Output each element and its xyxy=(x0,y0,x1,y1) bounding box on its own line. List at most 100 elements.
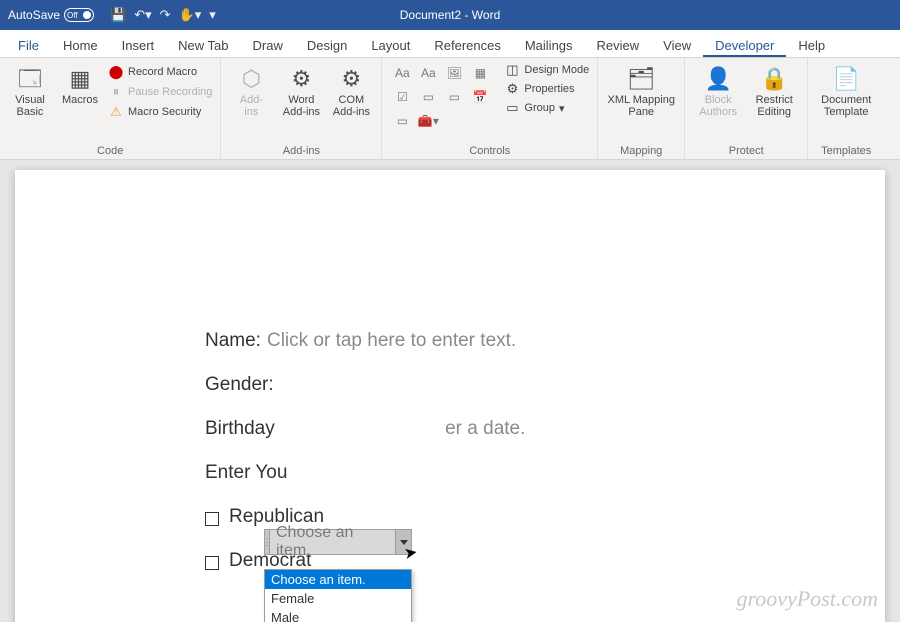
toggle-off-icon[interactable]: Off xyxy=(64,8,94,22)
xml-mapping-icon: 🗂 xyxy=(627,66,655,92)
macros-icon: ▦ xyxy=(70,66,91,92)
tab-view[interactable]: View xyxy=(651,33,703,57)
tab-newtab[interactable]: New Tab xyxy=(166,33,240,57)
controls-gallery[interactable]: Aa Aa 🖼 ▦ ☑ ▭ ▭ 📅 ▭ 🧰▾ xyxy=(390,62,492,132)
dropdown-selected[interactable]: Choose an item. xyxy=(270,529,396,555)
design-mode-button[interactable]: ◫Design Mode xyxy=(504,62,589,78)
tab-developer[interactable]: Developer xyxy=(703,33,786,57)
com-addins-button[interactable]: ⚙ COM Add-ins xyxy=(329,62,373,118)
checkbox-icon[interactable] xyxy=(205,556,219,570)
pause-icon: ⏸ xyxy=(108,84,124,100)
addins-icon: ⬡ xyxy=(242,66,261,92)
macros-button[interactable]: ▦ Macros xyxy=(58,62,102,106)
group-templates-label: Templates xyxy=(816,143,876,157)
checkbox-icon[interactable]: ☑ xyxy=(390,86,414,108)
repeating-section-icon[interactable]: ▭ xyxy=(390,110,414,132)
document-workspace[interactable]: Name: Click or tap here to enter text. G… xyxy=(0,160,900,622)
visual-basic-icon: 🗔 xyxy=(18,66,42,92)
document-template-icon: 📄 xyxy=(833,66,860,92)
watermark: groovyPost.com xyxy=(736,586,878,612)
autosave-toggle[interactable]: AutoSave Off xyxy=(0,8,102,22)
redo-icon[interactable]: ↷ xyxy=(160,7,171,23)
titlebar: AutoSave Off 💾 ↶▾ ↷ ✋▾ ▾ Document2 - Wor… xyxy=(0,0,900,30)
group-mapping-label: Mapping xyxy=(606,143,676,157)
block-authors-button: 👤 Block Authors xyxy=(693,62,743,118)
group-code-label: Code xyxy=(8,143,212,157)
tab-design[interactable]: Design xyxy=(295,33,359,57)
group-icon: ▭ xyxy=(504,100,520,116)
tab-review[interactable]: Review xyxy=(585,33,652,57)
tab-references[interactable]: References xyxy=(422,33,512,57)
group-button[interactable]: ▭Group▾ xyxy=(504,100,589,116)
chevron-down-icon: ▾ xyxy=(559,102,565,115)
name-placeholder[interactable]: Click or tap here to enter text. xyxy=(267,330,516,352)
undo-icon[interactable]: ↶▾ xyxy=(134,7,151,23)
xml-mapping-button[interactable]: 🗂 XML Mapping Pane xyxy=(606,62,676,118)
touch-mode-icon[interactable]: ✋▾ xyxy=(179,7,202,23)
gender-dropdown[interactable]: Choose an item. Choose an item. Female M… xyxy=(264,529,412,622)
legacy-tools-icon[interactable]: 🧰▾ xyxy=(416,110,440,132)
group-templates: 📄 Document Template Templates xyxy=(808,58,884,159)
building-block-icon[interactable]: ▦ xyxy=(468,62,492,84)
group-protect: 👤 Block Authors 🔒 Restrict Editing Prote… xyxy=(685,58,808,159)
tab-mailings[interactable]: Mailings xyxy=(513,33,585,57)
birthday-placeholder[interactable]: er a date. xyxy=(445,418,525,440)
tab-help[interactable]: Help xyxy=(786,33,837,57)
birthday-label: Birthday xyxy=(205,418,275,440)
warning-icon: ⚠ xyxy=(108,104,124,120)
ribbon-tabs: File Home Insert New Tab Draw Design Lay… xyxy=(0,30,900,58)
com-addins-icon: ⚙ xyxy=(342,66,362,92)
block-authors-icon: 👤 xyxy=(705,66,732,92)
group-controls: Aa Aa 🖼 ▦ ☑ ▭ ▭ 📅 ▭ 🧰▾ ◫Design Mode ⚙Pro… xyxy=(382,58,598,159)
tab-draw[interactable]: Draw xyxy=(241,33,295,57)
visual-basic-button[interactable]: 🗔 Visual Basic xyxy=(8,62,52,118)
properties-button[interactable]: ⚙Properties xyxy=(504,81,589,97)
vote-label-visible: Enter You xyxy=(205,462,287,484)
dropdown-item[interactable]: Choose an item. xyxy=(265,570,411,589)
autosave-label: AutoSave xyxy=(8,8,60,22)
window-title: Document2 - Word xyxy=(400,8,500,22)
restrict-editing-icon: 🔒 xyxy=(761,66,788,92)
gender-field-line: Gender: xyxy=(205,374,705,396)
word-addins-button[interactable]: ⚙ Word Add-ins xyxy=(279,62,323,118)
addins-button: ⬡ Add- ins xyxy=(229,62,273,118)
dropdown-icon[interactable]: ▭ xyxy=(442,86,466,108)
document-template-button[interactable]: 📄 Document Template xyxy=(816,62,876,118)
picture-icon[interactable]: 🖼 xyxy=(442,62,466,84)
gender-label: Gender: xyxy=(205,374,274,396)
pause-recording-button: ⏸Pause Recording xyxy=(108,84,212,100)
properties-icon: ⚙ xyxy=(504,81,520,97)
tab-home[interactable]: Home xyxy=(51,33,110,57)
date-picker-icon[interactable]: 📅 xyxy=(468,86,492,108)
dropdown-item[interactable]: Female xyxy=(265,589,411,608)
combo-box-icon[interactable]: ▭ xyxy=(416,86,440,108)
word-addins-icon: ⚙ xyxy=(292,66,312,92)
dropdown-list[interactable]: Choose an item. Female Male xyxy=(264,569,412,622)
group-addins: ⬡ Add- ins ⚙ Word Add-ins ⚙ COM Add-ins … xyxy=(221,58,382,159)
checkbox-icon[interactable] xyxy=(205,512,219,526)
group-controls-label: Controls xyxy=(390,143,589,157)
document-page[interactable]: Name: Click or tap here to enter text. G… xyxy=(15,170,885,622)
tab-file[interactable]: File xyxy=(6,33,51,57)
group-addins-label: Add-ins xyxy=(229,143,373,157)
qat-customize-icon[interactable]: ▾ xyxy=(209,7,216,23)
tab-insert[interactable]: Insert xyxy=(110,33,167,57)
record-macro-button[interactable]: ⬤Record Macro xyxy=(108,64,212,80)
name-field-line: Name: Click or tap here to enter text. xyxy=(205,330,705,352)
birthday-field-line: Birthday : Click or tap to ent er a date… xyxy=(205,418,705,440)
save-icon[interactable]: 💾 xyxy=(110,7,126,23)
macro-security-button[interactable]: ⚠Macro Security xyxy=(108,104,212,120)
group-protect-label: Protect xyxy=(693,143,799,157)
restrict-editing-button[interactable]: 🔒 Restrict Editing xyxy=(749,62,799,118)
rich-text-icon[interactable]: Aa xyxy=(390,62,414,84)
design-mode-icon: ◫ xyxy=(504,62,520,78)
tab-layout[interactable]: Layout xyxy=(359,33,422,57)
group-mapping: 🗂 XML Mapping Pane Mapping xyxy=(598,58,685,159)
ribbon: 🗔 Visual Basic ▦ Macros ⬤Record Macro ⏸P… xyxy=(0,58,900,160)
dropdown-item[interactable]: Male xyxy=(265,608,411,622)
vote-label-line: Enter You xyxy=(205,462,705,484)
dropdown-arrow-icon[interactable] xyxy=(396,529,412,555)
record-icon: ⬤ xyxy=(108,64,124,80)
plain-text-icon[interactable]: Aa xyxy=(416,62,440,84)
group-code: 🗔 Visual Basic ▦ Macros ⬤Record Macro ⏸P… xyxy=(0,58,221,159)
